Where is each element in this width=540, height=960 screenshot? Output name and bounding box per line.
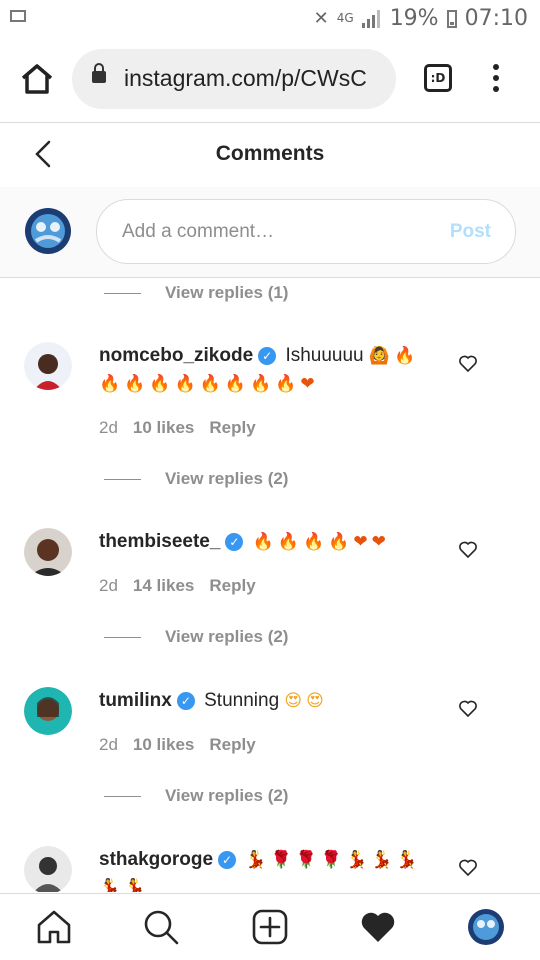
view-replies-button[interactable]: View replies (2): [104, 786, 288, 806]
comment-composer: Add a comment… Post: [0, 187, 540, 278]
comment-emoji: 💃💃: [99, 878, 150, 892]
home-icon[interactable]: [35, 908, 73, 946]
comment-age: 2d: [99, 576, 118, 595]
verified-badge-icon: ✓: [225, 532, 244, 551]
reply-button[interactable]: Reply: [209, 576, 255, 596]
comment-emoji: 🙆🔥: [368, 346, 420, 366]
heart-icon[interactable]: [458, 354, 478, 374]
comment-text: Stunning: [204, 690, 280, 711]
heart-icon[interactable]: [458, 858, 478, 878]
battery-icon: [446, 9, 457, 28]
like-count[interactable]: 10 likes: [133, 735, 194, 755]
clock: 07:10: [464, 6, 528, 31]
profile-avatar[interactable]: [467, 908, 505, 946]
lock-icon: [92, 63, 106, 83]
like-count[interactable]: 10 likes: [133, 418, 194, 438]
status-bar: ✕ 4G 19% 07:10: [0, 0, 540, 40]
avatar[interactable]: [24, 207, 72, 255]
verified-badge-icon: ✓: [258, 346, 277, 365]
mute-icon: ✕: [313, 8, 329, 29]
comment-age: 2d: [99, 735, 118, 754]
comment-emoji: 😍😍: [284, 691, 328, 711]
comment-username[interactable]: tumilinx: [99, 690, 172, 711]
comment-username[interactable]: nomcebo_zikode: [99, 345, 253, 366]
reply-button[interactable]: Reply: [209, 418, 255, 438]
search-icon[interactable]: [142, 908, 180, 946]
tab-switcher-button[interactable]: :D: [424, 64, 452, 92]
heart-icon[interactable]: [458, 540, 478, 560]
view-replies-label: View replies (2): [165, 469, 289, 488]
view-replies-label: View replies (1): [165, 283, 289, 302]
browser-menu-icon[interactable]: [491, 64, 501, 96]
browser-toolbar: instagram.com/p/CWsC :D: [0, 40, 540, 120]
page-title: Comments: [215, 142, 325, 165]
view-replies-button[interactable]: View replies (2): [104, 627, 288, 647]
signal-icon: [361, 9, 382, 28]
comment-username[interactable]: sthakgoroge: [99, 849, 213, 870]
gallery-notification-icon: [10, 10, 26, 22]
avatar[interactable]: [24, 342, 72, 390]
activity-heart-icon[interactable]: [359, 908, 397, 946]
comment-emoji: 🔥🔥🔥🔥❤❤: [252, 532, 390, 552]
comment-input[interactable]: Add a comment… Post: [96, 199, 516, 264]
like-count[interactable]: 14 likes: [133, 576, 194, 596]
avatar[interactable]: [24, 846, 72, 892]
reply-button[interactable]: Reply: [209, 735, 255, 755]
comment-emoji: 💃🌹🌹🌹💃💃💃: [245, 850, 422, 870]
url-text[interactable]: instagram.com/p/CWsC: [124, 65, 392, 92]
view-replies-label: View replies (2): [165, 627, 289, 646]
view-replies-button[interactable]: View replies (2): [104, 469, 288, 489]
heart-icon[interactable]: [458, 699, 478, 719]
comments-header: Comments: [0, 122, 540, 188]
avatar[interactable]: [24, 687, 72, 735]
comment-placeholder: Add a comment…: [122, 221, 275, 242]
comment-username[interactable]: thembiseete_: [99, 531, 220, 552]
network-type: 4G: [336, 11, 354, 25]
verified-badge-icon: ✓: [218, 850, 237, 869]
bottom-navigation: [0, 893, 540, 960]
comment-text: Ishuuuuu: [285, 345, 364, 366]
address-bar[interactable]: instagram.com/p/CWsC: [72, 49, 396, 109]
view-replies-label: View replies (2): [165, 786, 289, 805]
comment-list[interactable]: View replies (1) nomcebo_zikode ✓ Ishuuuu…: [0, 278, 540, 892]
comment-age: 2d: [99, 418, 118, 437]
avatar[interactable]: [24, 528, 72, 576]
verified-badge-icon: ✓: [176, 691, 195, 710]
home-icon[interactable]: [20, 62, 54, 96]
new-post-icon[interactable]: [251, 908, 289, 946]
comment-emoji: 🔥🔥🔥🔥🔥🔥🔥🔥❤: [99, 374, 319, 394]
view-replies-button[interactable]: View replies (1): [104, 283, 288, 303]
battery-percent: 19%: [389, 6, 439, 31]
post-button[interactable]: Post: [450, 221, 491, 243]
